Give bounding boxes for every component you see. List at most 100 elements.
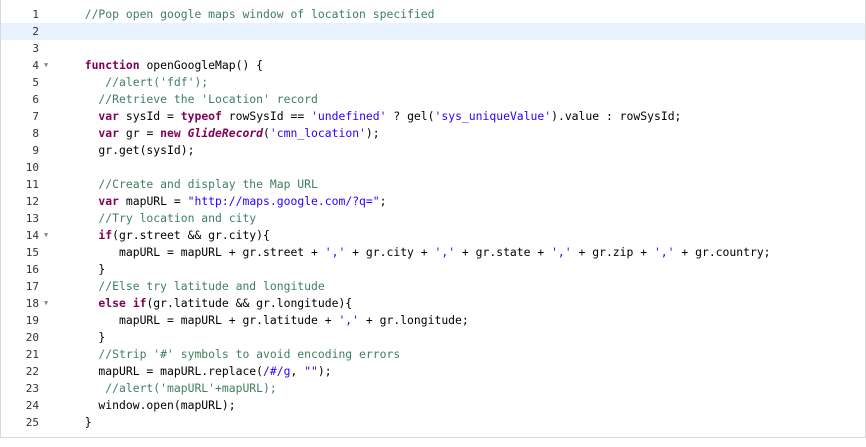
code-token: ',' <box>653 245 675 259</box>
code-line[interactable]: 12 var mapURL = "http://maps.google.com/… <box>1 193 865 210</box>
code-token: (gr.street && gr.city){ <box>112 228 270 242</box>
code-token: var <box>71 126 126 140</box>
line-number: 24 <box>25 399 39 412</box>
code-line[interactable]: 22 mapURL = mapURL.replace(/#/g, ""); <box>1 363 865 380</box>
code-text: } <box>71 414 92 431</box>
line-number: 18 <box>25 297 39 310</box>
code-token: ? gel( <box>386 109 435 123</box>
code-line[interactable]: 8 var gr = new GlideRecord('cmn_location… <box>1 125 865 142</box>
line-number: 3 <box>32 42 39 55</box>
code-token: ); <box>365 126 380 140</box>
code-text: //Else try latitude and longitude <box>71 278 325 295</box>
code-line[interactable]: 24 window.open(mapURL); <box>1 397 865 414</box>
code-token: sysId = <box>125 109 181 123</box>
line-number: 16 <box>25 263 39 276</box>
code-line[interactable]: 11 //Create and display the Map URL <box>1 176 865 193</box>
fold-arrow-icon[interactable]: ▼ <box>44 295 48 312</box>
code-token: + gr.longitude; <box>359 313 469 327</box>
code-text: else if(gr.latitude && gr.longitude){ <box>71 295 352 312</box>
code-token: ; <box>379 194 387 208</box>
code-line[interactable]: 15 mapURL = mapURL + gr.street + ',' + g… <box>1 244 865 261</box>
code-token: mapURL = mapURL.replace( <box>71 364 264 378</box>
fold-arrow-icon[interactable]: ▼ <box>44 57 48 74</box>
code-line[interactable]: 5 //alert('fdf'); <box>1 74 865 91</box>
code-token: //Try location and city <box>71 211 257 225</box>
code-text: var mapURL = "http://maps.google.com/?q=… <box>71 193 387 210</box>
code-token: else if <box>71 296 147 310</box>
code-line[interactable]: 19 mapURL = mapURL + gr.latitude + ',' +… <box>1 312 865 329</box>
code-line[interactable]: 13 //Try location and city <box>1 210 865 227</box>
code-token: //Strip '#' symbols to avoid encoding er… <box>71 347 401 361</box>
line-number: 25 <box>25 416 39 429</box>
code-line[interactable]: 17 //Else try latitude and longitude <box>1 278 865 295</box>
code-token: //Else try latitude and longitude <box>71 279 325 293</box>
code-text: gr.get(sysId); <box>71 142 194 159</box>
code-token: } <box>71 415 92 429</box>
code-lines[interactable]: 1 //Pop open google maps window of locat… <box>1 0 865 431</box>
code-token: (gr.latitude && gr.longitude){ <box>146 296 353 310</box>
code-token: //alert('mapURL'+mapURL); <box>71 381 277 395</box>
code-line[interactable]: 6 //Retrieve the 'Location' record <box>1 91 865 108</box>
code-line[interactable]: 20 } <box>1 329 865 346</box>
code-token: ',' <box>434 245 456 259</box>
code-token: "http://maps.google.com/?q=" <box>187 194 380 208</box>
line-number: 7 <box>32 110 39 123</box>
code-token: function <box>71 58 147 72</box>
code-text: //Strip '#' symbols to avoid encoding er… <box>71 346 400 363</box>
line-number: 12 <box>25 195 39 208</box>
code-line[interactable]: 16 } <box>1 261 865 278</box>
code-token: + gr.zip + <box>571 245 654 259</box>
code-line[interactable]: 9 gr.get(sysId); <box>1 142 865 159</box>
line-number: 5 <box>32 76 39 89</box>
code-text: window.open(mapURL); <box>71 397 236 414</box>
code-editor[interactable]: 1 //Pop open google maps window of locat… <box>0 0 866 438</box>
code-token: ',' <box>338 313 360 327</box>
code-line[interactable]: 7 var sysId = typeof rowSysId == 'undefi… <box>1 108 865 125</box>
line-number: 13 <box>25 212 39 225</box>
code-token: ',' <box>551 245 572 259</box>
code-text: mapURL = mapURL + gr.latitude + ',' + gr… <box>71 312 469 329</box>
code-line[interactable]: 23 //alert('mapURL'+mapURL); <box>1 380 865 397</box>
code-token: ( <box>263 126 270 140</box>
code-line[interactable]: 18 ▼ else if(gr.latitude && gr.longitude)… <box>1 295 865 312</box>
code-token: mapURL = mapURL + gr.street + <box>71 245 325 259</box>
code-text: mapURL = mapURL + gr.street + ',' + gr.c… <box>71 244 771 261</box>
code-token: + gr.state + <box>455 245 552 259</box>
code-token: gr.get(sysId); <box>71 143 195 157</box>
code-token: mapURL = <box>125 194 188 208</box>
code-token: + gr.city + <box>345 245 435 259</box>
code-token: ).value : rowSysId; <box>551 109 682 123</box>
code-line[interactable]: 1 //Pop open google maps window of locat… <box>1 6 865 23</box>
code-token: rowSysId == <box>228 109 312 123</box>
code-text: //Create and display the Map URL <box>71 176 318 193</box>
line-number: 10 <box>25 161 39 174</box>
code-text: function openGoogleMap() { <box>71 57 263 74</box>
line-number: 8 <box>32 127 39 140</box>
line-number: 20 <box>25 331 39 344</box>
code-line[interactable]: 21 //Strip '#' symbols to avoid encoding… <box>1 346 865 363</box>
code-text: //Pop open google maps window of locatio… <box>71 6 435 23</box>
code-line[interactable]: 10 <box>1 159 865 176</box>
code-text: } <box>71 261 105 278</box>
code-line[interactable]: 25 } <box>1 414 865 431</box>
line-number: 4 <box>32 59 39 72</box>
code-token: //alert('fdf'); <box>71 75 209 89</box>
code-text: var gr = new GlideRecord('cmn_location')… <box>71 125 380 142</box>
code-line[interactable]: 14 ▼ if(gr.street && gr.city){ <box>1 227 865 244</box>
line-number: 9 <box>32 144 39 157</box>
code-token: window.open(mapURL); <box>71 398 236 412</box>
code-token: var <box>71 109 126 123</box>
code-text: mapURL = mapURL.replace(/#/g, ""); <box>71 363 332 380</box>
code-token: } <box>71 330 106 344</box>
code-text: //alert('fdf'); <box>71 74 208 91</box>
code-token: ); <box>317 364 332 378</box>
code-token: , <box>290 364 305 378</box>
code-token: //Pop open google maps window of locatio… <box>71 7 435 21</box>
code-line[interactable]: 3 <box>1 40 865 57</box>
code-line[interactable]: 2 <box>1 23 865 40</box>
code-line[interactable]: 4 ▼ function openGoogleMap() { <box>1 57 865 74</box>
code-text: } <box>71 329 105 346</box>
code-token: //Create and display the Map URL <box>71 177 318 191</box>
code-text: if(gr.street && gr.city){ <box>71 227 270 244</box>
fold-arrow-icon[interactable]: ▼ <box>44 227 48 244</box>
